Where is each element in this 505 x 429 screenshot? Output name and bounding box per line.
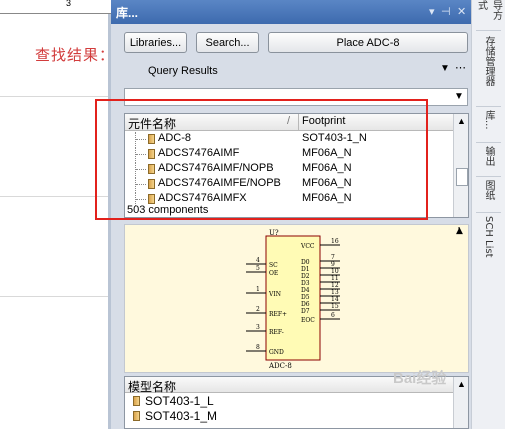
pin-label: OE: [269, 270, 278, 277]
pin-label: VCC: [300, 243, 315, 250]
scroll-up-icon: ▲: [456, 226, 463, 236]
pin-number: 12: [331, 282, 339, 289]
scroll-up-icon[interactable]: ▲: [457, 379, 466, 389]
panel-titlebar: 库... ▾ ⊣ ✕: [111, 0, 471, 24]
pin-number: 3: [256, 324, 260, 331]
pin-label: D2: [301, 273, 310, 280]
pin-number: 6: [331, 312, 335, 319]
pin-number: 7: [331, 254, 335, 261]
symbol-preview: U? ADC-8 4 SC 5 OE 1 VIN 2 REF+ 3 REF- 8 GND 16 VCC 7…: [124, 224, 469, 373]
pin-number: 1: [256, 286, 260, 293]
watermark: Bai经验: [393, 370, 447, 387]
list-scrollbar[interactable]: ▲: [453, 114, 468, 217]
pin-number: 15: [331, 303, 339, 310]
model-icon: [133, 396, 140, 406]
pin-label: D0: [301, 259, 310, 266]
scroll-up-icon[interactable]: ▲: [457, 116, 466, 126]
tab-sch-list[interactable]: SCH List: [472, 216, 505, 266]
sheet-ruler: 3: [0, 0, 111, 14]
pin-number: 5: [256, 265, 260, 272]
pin-number: 8: [256, 344, 260, 351]
tab-library[interactable]: 库...: [472, 110, 505, 140]
pin-number: 14: [331, 296, 339, 303]
ruler-number: 3: [66, 0, 72, 8]
pin-label: EOC: [301, 317, 315, 324]
pin-label: REF-: [269, 329, 284, 336]
pin-label: D5: [301, 294, 310, 301]
symbol-drawing: U? ADC-8 4SC5OE1VIN2REF+3REF-8GND 16VCC7…: [246, 226, 463, 370]
right-tab-strip: 导方式 存储管理器 库... 输出 图纸 SCH List: [471, 0, 505, 429]
model-scrollbar[interactable]: ▲: [453, 377, 468, 428]
model-item[interactable]: SOT403-1_L: [125, 394, 453, 408]
pin-icon[interactable]: ⊣: [441, 5, 451, 18]
search-button[interactable]: Search...: [196, 32, 259, 53]
library-source-value: Query Results: [148, 65, 218, 77]
pin-number: 13: [331, 289, 339, 296]
pin-number: 10: [331, 268, 339, 275]
tab-storage-manager[interactable]: 存储管理器: [472, 36, 505, 106]
pin-number: 2: [256, 306, 260, 313]
search-result-annotation: 查找结果：: [35, 46, 116, 64]
pin-label: D7: [301, 308, 310, 315]
more-icon[interactable]: ⋯: [455, 61, 466, 74]
chevron-down-icon[interactable]: ▼: [454, 91, 464, 102]
model-item[interactable]: SOT403-1_M: [125, 409, 453, 423]
pin-label: D1: [301, 266, 310, 273]
pin-number: 9: [331, 261, 335, 268]
pin-number: 11: [331, 275, 339, 282]
close-icon[interactable]: ✕: [457, 5, 466, 18]
pin-number: 16: [331, 238, 339, 245]
model-header-label[interactable]: 模型名称: [128, 378, 176, 395]
dropdown-icon[interactable]: ▾: [429, 5, 435, 18]
scrollbar-thumb[interactable]: [456, 168, 468, 186]
tab-output[interactable]: 输出: [472, 146, 505, 174]
pin-label: D4: [301, 287, 310, 294]
libraries-button[interactable]: Libraries...: [124, 32, 187, 53]
library-source-combo[interactable]: Query Results ▼ ⋯: [124, 62, 468, 80]
highlight-box: [95, 99, 428, 220]
part-name: ADC-8: [268, 362, 292, 370]
pin-label: D6: [301, 301, 310, 308]
tab-navigator[interactable]: 导方式: [472, 0, 505, 24]
chevron-down-icon[interactable]: ▼: [440, 63, 450, 74]
tab-sheet[interactable]: 图纸: [472, 180, 505, 210]
symbol-body: [265, 235, 321, 361]
panel-title: 库...: [116, 6, 139, 20]
pin-label: SC: [269, 262, 278, 269]
pin-label: GND: [269, 349, 284, 356]
place-button[interactable]: Place ADC-8: [268, 32, 468, 53]
pin-label: VIN: [268, 291, 281, 298]
pin-label: REF+: [269, 311, 287, 318]
pin-number: 4: [256, 257, 260, 264]
model-icon: [133, 411, 140, 421]
pin-label: D3: [301, 280, 310, 287]
